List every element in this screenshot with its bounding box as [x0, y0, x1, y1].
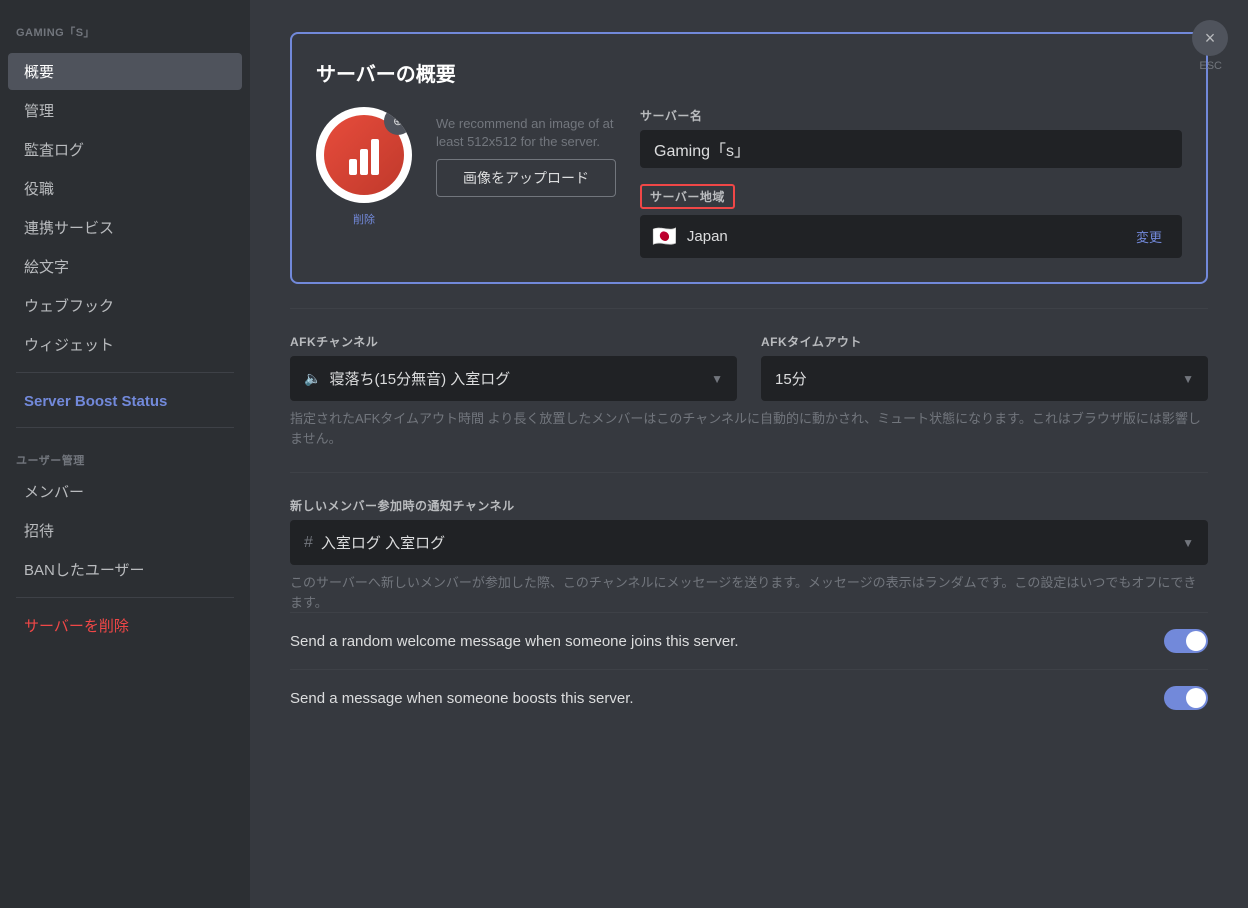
upload-section: We recommend an image of at least 512x51… [436, 115, 616, 197]
sidebar-item-audit-log[interactable]: 監査ログ [8, 131, 242, 168]
region-selector[interactable]: 🇯🇵 Japan 変更 [640, 215, 1182, 258]
afk-channel-text: 寝落ち(15分無音) 入室ログ [329, 368, 510, 389]
afk-channel-label: AFKチャンネル [290, 333, 737, 350]
region-label: サーバー地域 [640, 184, 735, 209]
user-management-label: ユーザー管理 [0, 436, 250, 472]
toggle-2[interactable] [1164, 686, 1208, 710]
afk-channel-col: AFKチャンネル 🔈 寝落ち(15分無音) 入室ログ ▼ [290, 333, 737, 401]
server-icon-wrapper: ⊕ 削除 [316, 107, 412, 227]
server-name-label: サーバー名 [640, 107, 1182, 124]
region-name: Japan [687, 228, 1118, 245]
server-region-field: サーバー地域 🇯🇵 Japan 変更 [640, 184, 1182, 258]
afk-channel-chevron: ▼ [711, 372, 723, 386]
sidebar-item-roles[interactable]: 役職 [8, 170, 242, 207]
sidebar-divider-2 [16, 427, 234, 428]
server-settings-right: サーバー名 サーバー地域 🇯🇵 Japan 変更 [640, 107, 1182, 258]
welcome-channel-left: # 入室ログ 入室ログ [304, 532, 445, 553]
toggle-2-knob [1186, 688, 1206, 708]
sidebar-item-delete-server[interactable]: サーバーを削除 [8, 607, 242, 644]
server-name-input[interactable] [640, 130, 1182, 168]
sidebar-item-webhooks[interactable]: ウェブフック [8, 287, 242, 324]
toggle-row-2: Send a message when someone boosts this … [290, 669, 1208, 726]
server-name-label: GAMING「S」 [0, 16, 250, 52]
afk-section: AFKチャンネル 🔈 寝落ち(15分無音) 入室ログ ▼ AFKタイムアウト 1… [290, 333, 1208, 401]
sidebar: GAMING「S」 概要 管理 監査ログ 役職 連携サービス 絵文字 ウェブフッ… [0, 0, 250, 908]
sidebar-divider-3 [16, 597, 234, 598]
bar-1 [349, 159, 357, 175]
overview-box: サーバーの概要 ⊕ 削除 We recom [290, 32, 1208, 284]
region-change-button[interactable]: 変更 [1128, 223, 1170, 250]
afk-timeout-label: AFKタイムアウト [761, 333, 1208, 350]
toggle-1-knob [1186, 631, 1206, 651]
afk-timeout-dropdown[interactable]: 15分 ▼ [761, 356, 1208, 401]
close-button[interactable]: × [1192, 20, 1228, 56]
upload-hint: We recommend an image of at least 512x51… [436, 115, 616, 151]
welcome-channel-label: 新しいメンバー参加時の通知チャンネル [290, 497, 1208, 514]
sidebar-item-boost-status[interactable]: Server Boost Status [8, 385, 242, 418]
sidebar-item-integrations[interactable]: 連携サービス [8, 209, 242, 246]
sidebar-item-invites[interactable]: 招待 [8, 512, 242, 549]
sidebar-item-emoji[interactable]: 絵文字 [8, 248, 242, 285]
afk-timeout-col: AFKタイムアウト 15分 ▼ [761, 333, 1208, 401]
toggle-row-1: Send a random welcome message when someo… [290, 612, 1208, 669]
welcome-channel-value: 入室ログ 入室ログ [321, 532, 445, 553]
welcome-channel-dropdown[interactable]: # 入室ログ 入室ログ ▼ [290, 520, 1208, 565]
hash-icon: # [304, 534, 313, 552]
sidebar-item-widgets[interactable]: ウィジェット [8, 326, 242, 363]
delete-icon-label[interactable]: 削除 [353, 211, 375, 227]
upload-button[interactable]: 画像をアップロード [436, 159, 616, 197]
sidebar-item-overview[interactable]: 概要 [8, 53, 242, 90]
toggle-1-label: Send a random welcome message when someo… [290, 633, 739, 650]
speaker-icon: 🔈 [304, 370, 321, 387]
toggle-2-label: Send a message when someone boosts this … [290, 690, 634, 707]
welcome-channel-chevron: ▼ [1182, 536, 1194, 550]
afk-timeout-chevron: ▼ [1182, 372, 1194, 386]
afk-description: 指定されたAFKタイムアウト時間 より長く放置したメンバーはこのチャンネルに自動… [290, 409, 1208, 448]
welcome-description: このサーバーへ新しいメンバーが参加した際、このチャンネルにメッセージを送ります。… [290, 573, 1208, 612]
icon-bars [349, 135, 379, 175]
main-content: × ESC サーバーの概要 ⊕ 削除 [250, 0, 1248, 908]
sidebar-item-management[interactable]: 管理 [8, 92, 242, 129]
bar-2 [360, 149, 368, 175]
server-icon[interactable]: ⊕ [316, 107, 412, 203]
section-divider-1 [290, 308, 1208, 309]
esc-label: ESC [1199, 60, 1222, 72]
region-flag: 🇯🇵 [652, 224, 677, 249]
toggle-1[interactable] [1164, 629, 1208, 653]
sidebar-divider-1 [16, 372, 234, 373]
section-divider-2 [290, 472, 1208, 473]
afk-channel-left: 🔈 寝落ち(15分無音) 入室ログ [304, 368, 510, 389]
afk-channel-dropdown[interactable]: 🔈 寝落ち(15分無音) 入室ログ ▼ [290, 356, 737, 401]
bar-3 [371, 139, 379, 175]
sidebar-item-banned[interactable]: BANしたユーザー [8, 551, 242, 588]
afk-timeout-value: 15分 [775, 368, 807, 389]
edit-icon-button[interactable]: ⊕ [384, 107, 412, 135]
sidebar-item-members[interactable]: メンバー [8, 473, 242, 510]
welcome-channel-section: 新しいメンバー参加時の通知チャンネル # 入室ログ 入室ログ ▼ このサーバーへ… [290, 497, 1208, 612]
overview-title: サーバーの概要 [316, 58, 1182, 87]
server-name-field: サーバー名 [640, 107, 1182, 168]
overview-content: ⊕ 削除 We recommend an image of at least 5… [316, 107, 1182, 258]
